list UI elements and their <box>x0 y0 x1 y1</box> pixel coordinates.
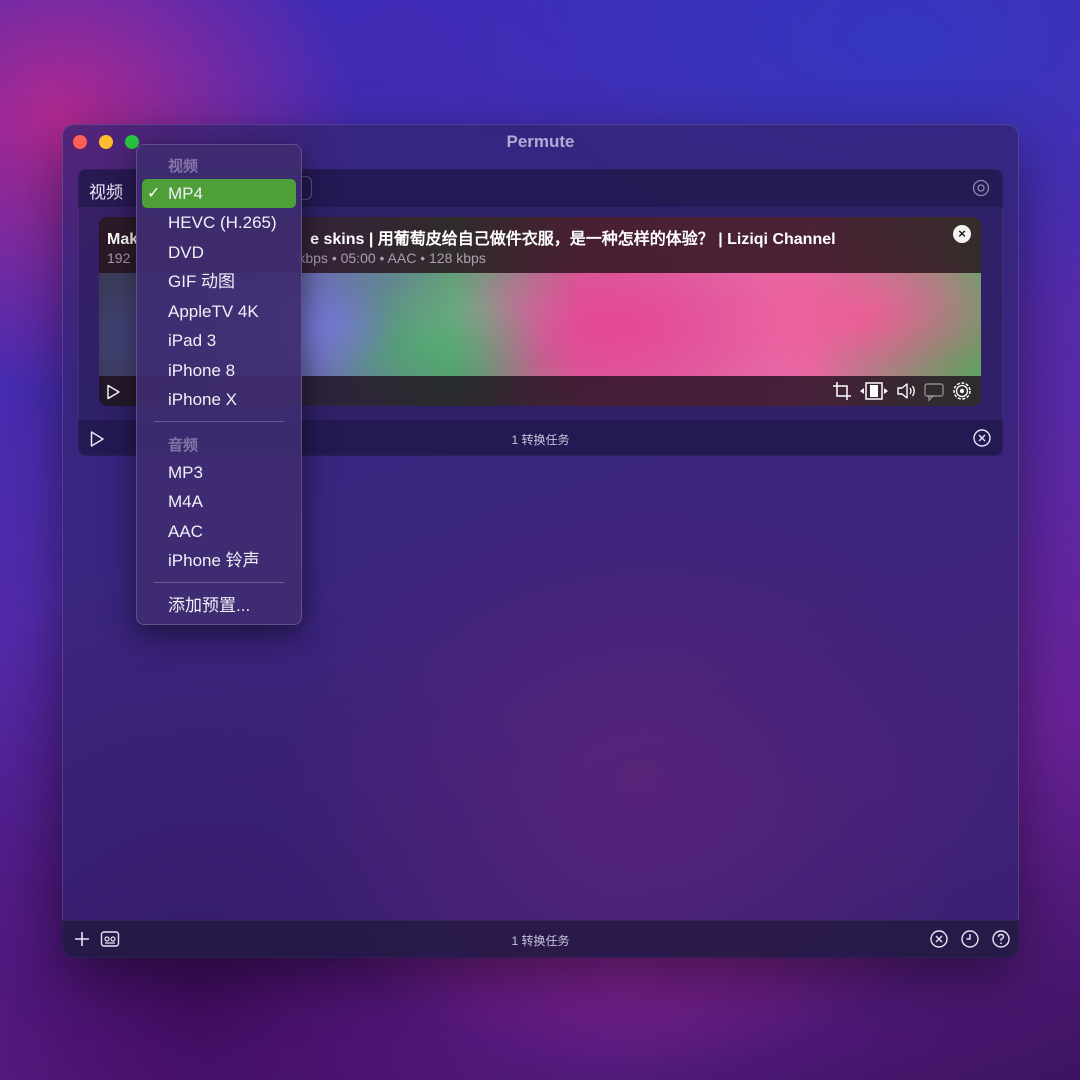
history-clock-icon[interactable] <box>960 929 980 949</box>
menu-item-add-preset[interactable]: 添加预置... <box>142 591 296 620</box>
format-dropdown-menu: 视频 ✓ MP4 HEVC (H.265) DVD GIF 动图 AppleTV… <box>136 144 302 625</box>
menu-item-ipad-3[interactable]: iPad 3 <box>142 326 296 355</box>
menu-section-video: 视频 <box>168 158 199 175</box>
play-icon[interactable] <box>105 384 121 400</box>
menu-section-audio: 音频 <box>168 437 199 454</box>
menu-separator <box>154 582 284 583</box>
menu-item-mp4[interactable]: ✓ MP4 <box>142 179 296 208</box>
menu-item-mp3[interactable]: MP3 <box>142 458 296 487</box>
group-label: 视频 <box>89 183 123 202</box>
menu-item-iphone-ringtone[interactable]: iPhone 铃声 <box>142 546 296 575</box>
menu-item-aac[interactable]: AAC <box>142 517 296 546</box>
menu-item-dvd[interactable]: DVD <box>142 238 296 267</box>
menu-item-hevc[interactable]: HEVC (H.265) <box>142 208 296 237</box>
gear-icon[interactable] <box>971 178 991 198</box>
item-tools <box>831 380 973 402</box>
cancel-all-icon[interactable] <box>929 929 949 949</box>
help-icon[interactable] <box>991 929 1011 949</box>
item-settings-gear-icon[interactable] <box>951 380 973 402</box>
subtitles-icon[interactable] <box>923 380 945 402</box>
status-text: 1 转换任务 <box>511 934 570 948</box>
cancel-group-icon[interactable] <box>972 428 992 448</box>
crop-icon[interactable] <box>831 380 853 402</box>
menu-item-m4a[interactable]: M4A <box>142 487 296 516</box>
menu-item-gif[interactable]: GIF 动图 <box>142 267 296 296</box>
remove-item-button[interactable]: × <box>953 225 971 243</box>
menu-item-iphone-x[interactable]: iPhone X <box>142 385 296 414</box>
trim-video-icon[interactable] <box>859 380 889 402</box>
volume-icon[interactable] <box>895 380 917 402</box>
bottom-right-icons <box>929 929 1011 949</box>
menu-item-iphone-8[interactable]: iPhone 8 <box>142 356 296 385</box>
menu-item-appletv-4k[interactable]: AppleTV 4K <box>142 297 296 326</box>
checkmark-icon: ✓ <box>147 185 161 202</box>
bottom-toolbar: 1 转换任务 <box>62 920 1019 958</box>
menu-separator <box>154 421 284 422</box>
